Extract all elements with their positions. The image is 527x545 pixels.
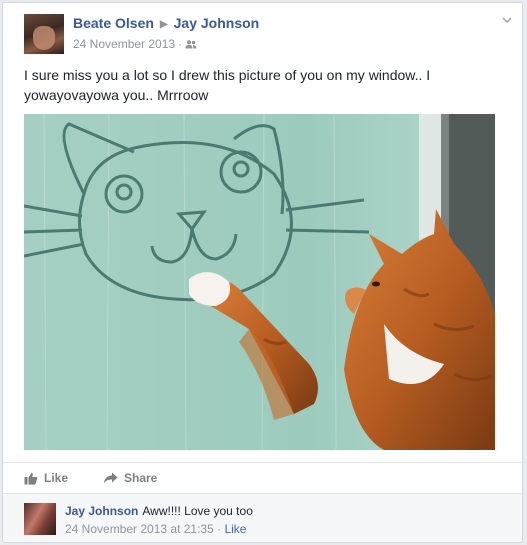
comment-meta-separator: · [217,522,222,536]
thumbs-up-icon [24,472,38,485]
comment-body: Jay Johnson Aww!!!! Love you too [65,504,253,518]
comment-timestamp-link[interactable]: 24 November 2013 at 21:35 [65,522,214,536]
post-date-link[interactable]: 24 November 2013 [73,37,175,51]
comment-text: Aww!!!! Love you too [142,504,253,518]
post-photo[interactable] [24,114,495,450]
to-arrow-icon: ▶ [159,19,168,30]
post-text: I sure miss you a lot so I drew this pic… [24,67,431,103]
comment-meta: 24 November 2013 at 21:35 · Like [65,522,246,536]
share-button[interactable]: Share [103,471,157,485]
author-name-link[interactable]: Beate Olsen [73,15,154,31]
share-arrow-icon [103,472,118,484]
like-button[interactable]: Like [24,471,68,485]
author-avatar[interactable] [24,14,64,54]
comment-author-link[interactable]: Jay Johnson [65,504,138,518]
post-header: Beate Olsen ▶ Jay Johnson [73,15,259,31]
friends-icon[interactable] [185,38,197,49]
meta-separator: · [178,37,183,51]
post-options-chevron-icon[interactable] [502,15,512,25]
like-label: Like [44,471,69,485]
share-label: Share [124,471,158,485]
comments-section: Jay Johnson Aww!!!! Love you too 24 Novem… [3,493,522,542]
target-name-link[interactable]: Jay Johnson [174,15,260,31]
commenter-avatar[interactable] [24,503,56,535]
post-actions-bar: Like Share [3,462,522,493]
post-card: Beate Olsen ▶ Jay Johnson 24 November 2013… [2,2,523,543]
cat-window-drawing-image [24,114,495,450]
post-meta: 24 November 2013 · [73,37,197,51]
comment-like-link[interactable]: Like [224,522,246,536]
